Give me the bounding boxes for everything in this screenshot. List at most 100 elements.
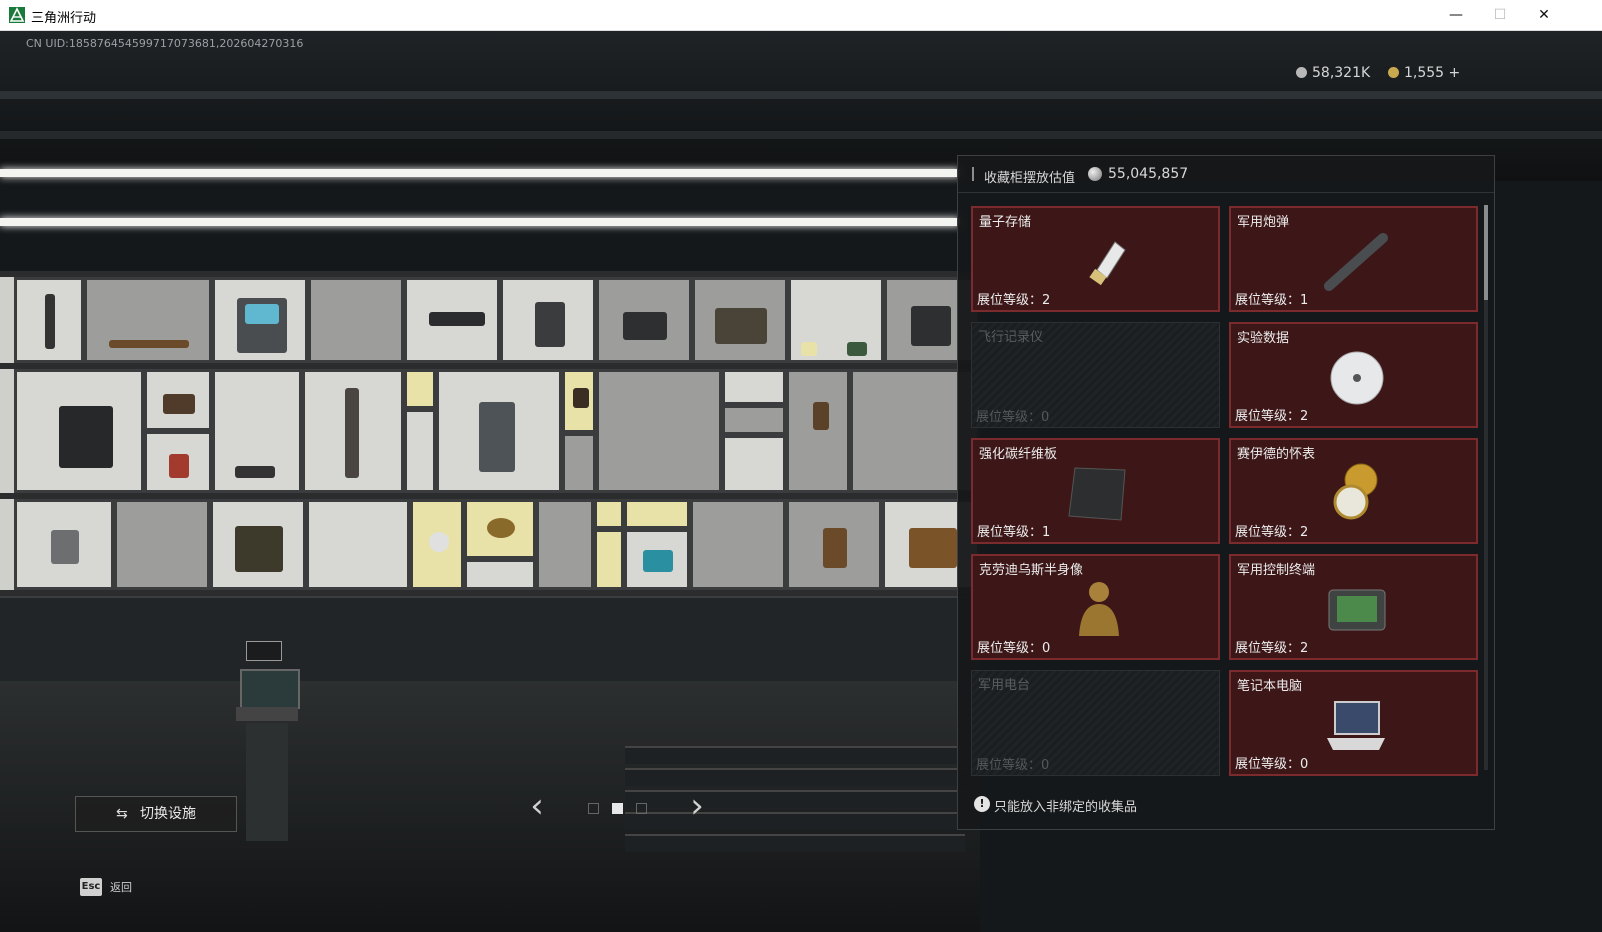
shelf-slot[interactable] — [624, 529, 690, 590]
shelf-slot[interactable] — [722, 435, 786, 493]
shelf-slot[interactable] — [562, 433, 596, 493]
shelf-slot[interactable] — [14, 277, 84, 363]
shelf-slot[interactable] — [692, 277, 788, 363]
collection-card[interactable]: 克劳迪乌斯半身像 展位等级：0 — [971, 554, 1220, 660]
user-uid: CN UID:185876454599717073681,20260427031… — [26, 37, 304, 50]
collection-card-locked[interactable]: 飞行记录仪 展位等级：0 — [971, 322, 1220, 428]
window-title: 三角洲行动 — [31, 11, 97, 26]
shelf-slot[interactable] — [436, 369, 562, 493]
shelf-slot[interactable] — [212, 369, 302, 493]
item-image — [1321, 228, 1391, 292]
collection-card[interactable]: 军用炮弹 展位等级：1 — [1229, 206, 1478, 312]
ceiling-light — [0, 218, 960, 226]
shelf-slot[interactable] — [212, 277, 308, 363]
stairs — [625, 746, 965, 856]
card-name: 笔记本电脑 — [1237, 679, 1303, 694]
collection-card[interactable]: 量子存储 展位等级：2 — [971, 206, 1220, 312]
shelf-slot[interactable] — [302, 369, 404, 493]
shelf-slot[interactable] — [562, 369, 596, 433]
shelf-slot[interactable] — [596, 277, 692, 363]
panel-header: 收藏柜摆放估值 55,045,857 — [958, 156, 1494, 193]
page-indicator-active[interactable] — [612, 803, 623, 814]
card-level: 展位等级：1 — [1235, 293, 1309, 308]
close-button[interactable]: ✕ — [1521, 0, 1567, 30]
ceiling-beam — [0, 91, 1602, 99]
shelf-slot[interactable] — [464, 559, 536, 590]
minimize-button[interactable]: — — [1433, 0, 1479, 30]
page-indicator[interactable] — [636, 803, 647, 814]
shelf-slot[interactable] — [14, 369, 144, 493]
currency-silver: 58,321K — [1296, 65, 1370, 81]
shelf-slot[interactable] — [306, 499, 410, 590]
prev-page-arrow[interactable]: ‹ — [522, 786, 552, 826]
shelf-slot[interactable] — [114, 499, 210, 590]
shelf-slot[interactable] — [404, 277, 500, 363]
shelf-slot[interactable] — [144, 369, 212, 431]
page-indicator[interactable] — [588, 803, 599, 814]
silver-coin-icon — [1088, 167, 1102, 181]
currency-gold[interactable]: 1,555 + — [1388, 65, 1460, 81]
panel-footer-note: 只能放入非绑定的收集品 — [994, 800, 1138, 815]
gold-amount: 1,555 + — [1404, 65, 1461, 81]
shelf-slot[interactable] — [788, 277, 884, 363]
window-titlebar: 三角洲行动 — ☐ ✕ — [0, 0, 1602, 31]
shelf-slot[interactable] — [624, 499, 690, 529]
collection-card[interactable]: 赛伊德的怀表 展位等级：2 — [1229, 438, 1478, 544]
next-page-arrow[interactable]: › — [682, 786, 712, 826]
card-name: 军用控制终端 — [1237, 563, 1316, 578]
card-level: 展位等级：2 — [1235, 641, 1309, 656]
maximize-button[interactable]: ☐ — [1477, 0, 1523, 30]
shelf-slot[interactable] — [722, 405, 786, 435]
shelf-slot[interactable] — [144, 431, 212, 493]
card-level: 展位等级：2 — [977, 293, 1051, 308]
item-image — [1321, 460, 1391, 524]
card-name: 强化碳纤维板 — [979, 447, 1058, 462]
back-label: 返回 — [110, 881, 132, 894]
laptop-terminal[interactable] — [232, 641, 300, 841]
collection-card[interactable]: 军用控制终端 展位等级：2 — [1229, 554, 1478, 660]
card-name: 量子存储 — [979, 215, 1032, 230]
card-level: 展位等级：1 — [977, 525, 1051, 540]
item-image — [1321, 344, 1391, 408]
shelf-slot[interactable] — [410, 499, 464, 590]
shelf-slot[interactable] — [536, 499, 594, 590]
shelf-slot[interactable] — [464, 499, 536, 559]
collection-shelf — [0, 271, 980, 596]
shelf-slot[interactable] — [594, 529, 624, 590]
panel-total-value: 55,045,857 — [1108, 166, 1189, 182]
silver-amount: 58,321K — [1312, 65, 1371, 81]
shelf-slot[interactable] — [786, 369, 850, 493]
item-image — [1321, 576, 1391, 640]
shelf-slot[interactable] — [84, 277, 212, 363]
panel-scrollbar[interactable] — [1484, 205, 1488, 770]
shelf-slot[interactable] — [308, 277, 404, 363]
shelf-slot[interactable] — [594, 499, 624, 529]
scrollbar-thumb[interactable] — [1484, 205, 1488, 300]
esc-key-icon: Esc — [80, 878, 102, 896]
item-image — [1063, 576, 1133, 640]
item-image — [1063, 228, 1133, 292]
silver-coin-icon — [1296, 67, 1307, 78]
switch-facility-label: 切换设施 — [140, 806, 196, 822]
card-name: 军用电台 — [978, 678, 1031, 693]
esc-back-button[interactable]: Esc 返回 — [74, 873, 138, 901]
collection-card-locked[interactable]: 军用电台 展位等级：0 — [971, 670, 1220, 776]
shelf-slot[interactable] — [404, 369, 436, 409]
shelf-slot[interactable] — [690, 499, 786, 590]
shelf-slot[interactable] — [404, 409, 436, 493]
collection-card[interactable]: 强化碳纤维板 展位等级：1 — [971, 438, 1220, 544]
item-image — [1063, 460, 1133, 524]
card-level: 展位等级：0 — [976, 410, 1050, 425]
switch-facility-button[interactable]: ⇆ 切换设施 — [75, 796, 237, 832]
ceiling-light — [0, 169, 960, 177]
panel-title: 收藏柜摆放估值 — [984, 171, 1076, 186]
shelf-slot[interactable] — [786, 499, 882, 590]
shelf-slot[interactable] — [722, 369, 786, 405]
collection-card[interactable]: 笔记本电脑 展位等级：0 — [1229, 670, 1478, 776]
shelf-slot[interactable] — [14, 499, 114, 590]
shelf-slot[interactable] — [596, 369, 722, 493]
collection-card[interactable]: 实验数据 展位等级：2 — [1229, 322, 1478, 428]
card-level: 展位等级：2 — [1235, 525, 1309, 540]
shelf-slot[interactable] — [500, 277, 596, 363]
shelf-slot[interactable] — [210, 499, 306, 590]
